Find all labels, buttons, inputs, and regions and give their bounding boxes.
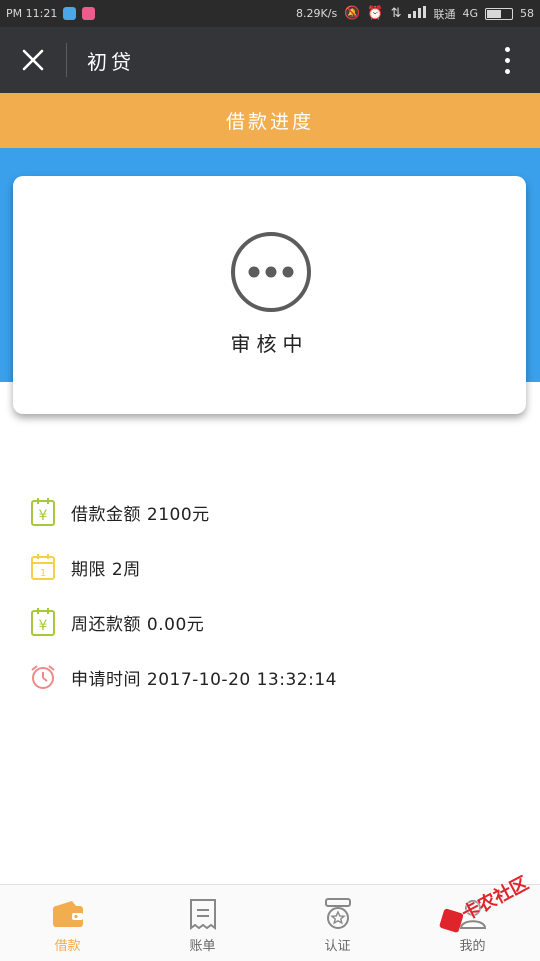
alarm-icon: ⏰ (367, 6, 384, 21)
yen-calendar-icon: ¥ (29, 606, 57, 638)
close-icon (22, 49, 44, 71)
notification-app-icon (82, 7, 96, 20)
loan-term: 期限 2周 (71, 559, 141, 580)
battery-icon (485, 7, 513, 20)
page-title: 初贷 (87, 49, 135, 74)
svg-text:¥: ¥ (39, 618, 48, 634)
more-dot (504, 68, 510, 74)
detail-row-term: 1 期限 2周 (29, 551, 141, 583)
bill-icon (189, 897, 217, 931)
title-bar: 初贷 (0, 27, 540, 93)
tab-loan[interactable]: 借款 (0, 885, 135, 961)
tab-label: 我的 (459, 939, 486, 954)
carrier: 联通 (433, 7, 456, 21)
detail-row-amount: ¥ 借款金额 2100元 (29, 496, 210, 528)
status-bar: PM 11:21 8.29K/s 🔕 ⏰ ⇅ 联通 4G 58 (0, 0, 540, 27)
signal-icon (408, 6, 427, 21)
title-divider (66, 43, 67, 77)
detail-row-apply-time: 申请时间 2017-10-20 13:32:14 (29, 661, 337, 693)
close-button[interactable] (0, 27, 66, 93)
alarm-clock-icon (29, 661, 57, 693)
svg-text:1: 1 (40, 568, 46, 579)
svg-text:¥: ¥ (39, 508, 48, 524)
detail-row-weekly-payment: ¥ 周还款额 0.00元 (29, 606, 204, 638)
network-type: 4G (462, 7, 478, 20)
status-time: PM 11:21 (6, 7, 58, 20)
review-status: 审核中 (230, 332, 309, 356)
yen-calendar-icon: ¥ (29, 496, 57, 528)
pending-icon (231, 232, 311, 312)
tab-bills[interactable]: 账单 (135, 885, 270, 961)
more-dot (504, 57, 510, 63)
tab-verify[interactable]: 认证 (270, 885, 405, 961)
mute-icon: 🔕 (344, 6, 361, 21)
data-transfer-icon: ⇅ (390, 6, 402, 21)
net-speed: 8.29K/s (296, 7, 338, 20)
apply-time: 申请时间 2017-10-20 13:32:14 (71, 669, 337, 690)
more-dot (504, 46, 510, 52)
tab-label: 借款 (54, 939, 81, 954)
notification-app-icon (63, 7, 77, 20)
status-card: 审核中 (13, 176, 526, 414)
weekly-payment: 周还款额 0.00元 (71, 614, 205, 635)
calendar-icon: 1 (29, 551, 57, 583)
more-menu-button[interactable] (474, 27, 540, 93)
battery-level: 58 (520, 7, 534, 20)
badge-icon (323, 897, 353, 931)
tab-label: 认证 (324, 939, 351, 954)
loan-amount: 借款金额 2100元 (71, 504, 210, 525)
tab-label: 账单 (189, 939, 216, 954)
progress-banner: 借款进度 (0, 93, 540, 148)
wallet-icon (52, 897, 84, 931)
